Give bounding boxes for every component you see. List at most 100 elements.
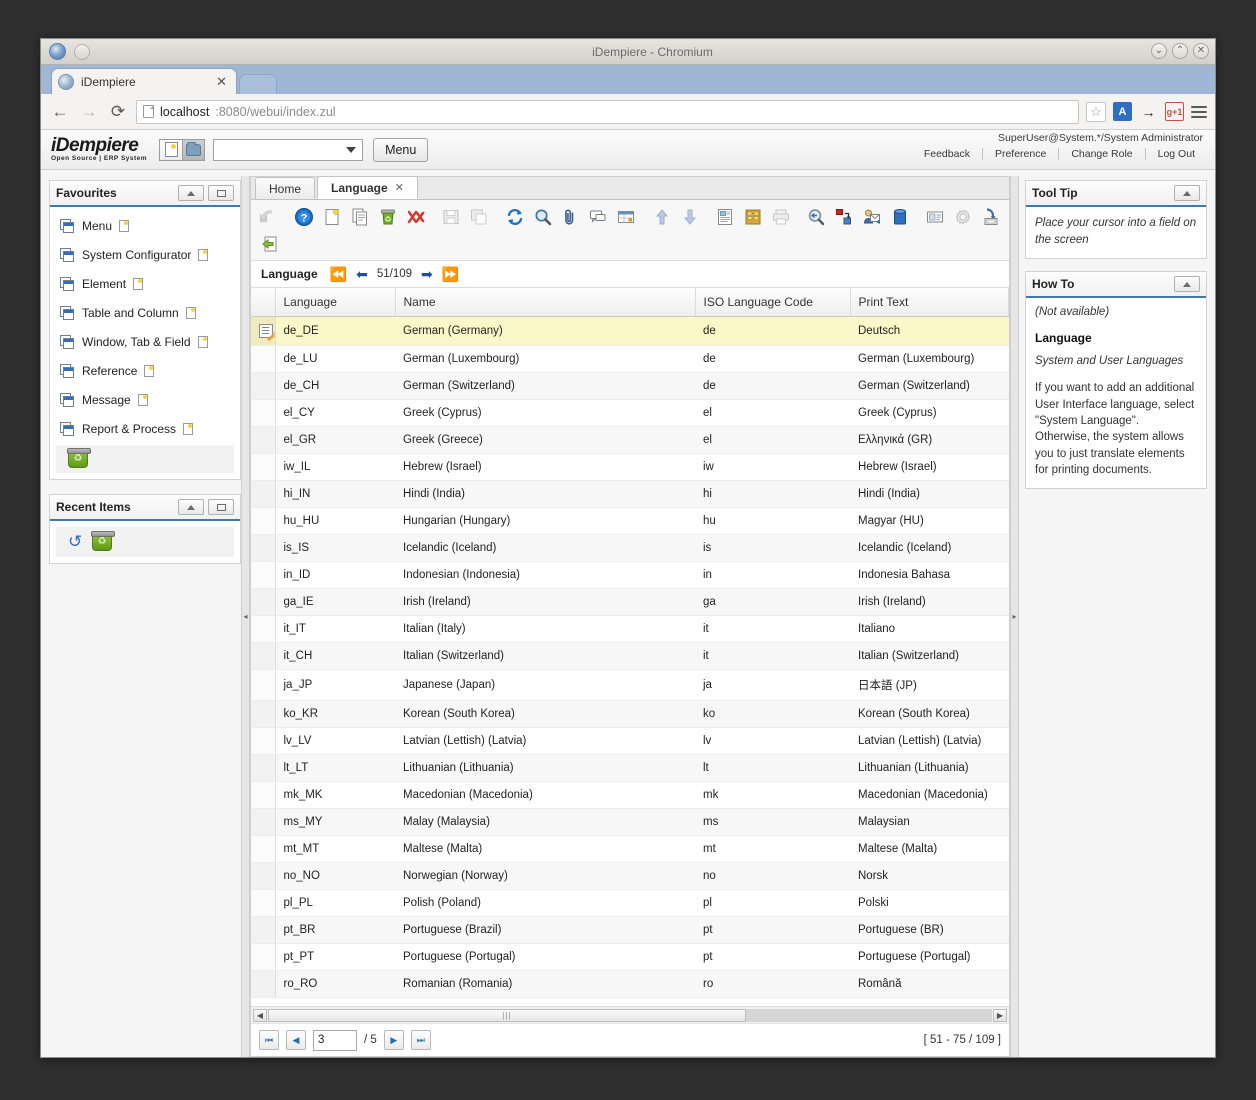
cell-language[interactable]: de_LU: [275, 345, 395, 373]
cell-name[interactable]: Polish (Poland): [395, 889, 695, 917]
grid-toggle-icon[interactable]: [612, 204, 640, 230]
table-row[interactable]: ms_MY Malay (Malaysia) ms Malaysian: [251, 808, 1009, 836]
cell-language[interactable]: it_IT: [275, 615, 395, 643]
zoom-across-icon[interactable]: [802, 204, 830, 230]
change-role-link[interactable]: Change Role: [1058, 148, 1144, 160]
cell-print-text[interactable]: Română: [850, 970, 1009, 998]
cell-iso-code[interactable]: de: [695, 316, 850, 346]
table-row[interactable]: pt_BR Portuguese (Brazil) pt Portuguese (BR…: [251, 916, 1009, 944]
cell-name[interactable]: Portuguese (Portugal): [395, 943, 695, 971]
cell-language[interactable]: hi_IN: [275, 480, 395, 508]
mobile-extension-icon[interactable]: →: [1139, 102, 1158, 121]
cell-print-text[interactable]: Greek (Cyprus): [850, 399, 1009, 427]
cell-iso-code[interactable]: lv: [695, 727, 850, 755]
scrollbar-track[interactable]: |||: [268, 1008, 992, 1022]
cell-name[interactable]: Indonesian (Indonesia): [395, 561, 695, 589]
cell-name[interactable]: Greek (Cyprus): [395, 399, 695, 427]
delete-record-icon[interactable]: ♻: [374, 204, 402, 230]
cell-name[interactable]: Romanian (Romania): [395, 970, 695, 998]
cell-iso-code[interactable]: it: [695, 642, 850, 670]
close-button[interactable]: ✕: [1193, 43, 1209, 59]
translate-extension-icon[interactable]: A: [1113, 102, 1132, 121]
row-indicator-cell[interactable]: [251, 399, 276, 427]
favourites-collapse-button[interactable]: [178, 185, 204, 201]
cell-print-text[interactable]: Portuguese (BR): [850, 916, 1009, 944]
cell-name[interactable]: Korean (South Korea): [395, 700, 695, 728]
global-search-input[interactable]: [213, 138, 364, 161]
cell-name[interactable]: Maltese (Malta): [395, 835, 695, 863]
pager-next-button[interactable]: ▶: [383, 1030, 404, 1050]
cell-print-text[interactable]: Deutsch: [850, 316, 1009, 346]
cell-language[interactable]: el_GR: [275, 426, 395, 454]
cell-iso-code[interactable]: el: [695, 426, 850, 454]
customize-icon[interactable]: [921, 204, 949, 230]
pager-page-input[interactable]: 3: [313, 1029, 357, 1051]
scrollbar-thumb[interactable]: |||: [268, 1008, 746, 1022]
cell-language[interactable]: in_ID: [275, 561, 395, 589]
row-indicator-cell[interactable]: [251, 426, 276, 454]
cell-iso-code[interactable]: ms: [695, 808, 850, 836]
cell-iso-code[interactable]: de: [695, 372, 850, 400]
cell-language[interactable]: ms_MY: [275, 808, 395, 836]
favourites-maximize-button[interactable]: [208, 185, 234, 201]
find-icon[interactable]: [529, 204, 557, 230]
table-row[interactable]: lt_LT Lithuanian (Lithuania) lt Lithuanian …: [251, 754, 1009, 782]
pager-last-button[interactable]: ⏭: [410, 1030, 431, 1050]
cell-print-text[interactable]: Norsk: [850, 862, 1009, 890]
cell-name[interactable]: German (Germany): [395, 316, 695, 346]
open-folder-button[interactable]: [182, 139, 205, 160]
row-indicator-cell[interactable]: [251, 889, 276, 917]
forward-icon[interactable]: →: [78, 102, 100, 122]
cell-iso-code[interactable]: ro: [695, 970, 850, 998]
cell-language[interactable]: ko_KR: [275, 700, 395, 728]
delete-selection-icon[interactable]: [402, 204, 430, 230]
cell-language[interactable]: ga_IE: [275, 588, 395, 616]
cell-print-text[interactable]: Korean (South Korea): [850, 700, 1009, 728]
recent-items-actions[interactable]: ↺: [56, 527, 234, 557]
cell-language[interactable]: pt_BR: [275, 916, 395, 944]
cell-print-text[interactable]: Irish (Ireland): [850, 588, 1009, 616]
horizontal-scrollbar[interactable]: ◀ ||| ▶: [251, 1006, 1009, 1023]
new-window-button[interactable]: [160, 139, 183, 160]
menu-button[interactable]: Menu: [373, 137, 429, 162]
browser-tab[interactable]: iDempiere ✕: [51, 68, 237, 94]
cell-iso-code[interactable]: no: [695, 862, 850, 890]
sidebar-item-message[interactable]: Message: [50, 385, 240, 414]
table-row[interactable]: no_NO Norwegian (Norway) no Norsk: [251, 862, 1009, 890]
cell-language[interactable]: pl_PL: [275, 889, 395, 917]
cell-name[interactable]: Icelandic (Iceland): [395, 534, 695, 562]
table-row[interactable]: lv_LV Latvian (Lettish) (Latvia) lv Latvian…: [251, 727, 1009, 755]
cell-name[interactable]: Hebrew (Israel): [395, 453, 695, 481]
table-row[interactable]: de_CH German (Switzerland) de German (Switz…: [251, 372, 1009, 400]
table-row[interactable]: pl_PL Polish (Poland) pl Polski: [251, 889, 1009, 917]
tab-language[interactable]: Language ✕: [317, 176, 418, 199]
cell-language[interactable]: mt_MT: [275, 835, 395, 863]
cell-name[interactable]: Hindi (India): [395, 480, 695, 508]
product-info-icon[interactable]: [886, 204, 914, 230]
cell-iso-code[interactable]: ja: [695, 669, 850, 701]
save-icon[interactable]: [437, 204, 465, 230]
table-row[interactable]: in_ID Indonesian (Indonesia) in Indonesia B…: [251, 561, 1009, 589]
howto-collapse-button[interactable]: [1174, 276, 1200, 293]
cell-print-text[interactable]: Italiano: [850, 615, 1009, 643]
table-row[interactable]: it_CH Italian (Switzerland) it Italian (Swi…: [251, 642, 1009, 670]
table-row[interactable]: is_IS Icelandic (Iceland) is Icelandic (Ice…: [251, 534, 1009, 562]
cell-print-text[interactable]: Macedonian (Macedonia): [850, 781, 1009, 809]
sidebar-item-table-and-column[interactable]: Table and Column: [50, 298, 240, 327]
cell-language[interactable]: mk_MK: [275, 781, 395, 809]
cell-iso-code[interactable]: ga: [695, 588, 850, 616]
tab-close-icon[interactable]: ✕: [395, 181, 404, 194]
cell-iso-code[interactable]: hi: [695, 480, 850, 508]
cell-name[interactable]: Norwegian (Norway): [395, 862, 695, 890]
cell-name[interactable]: Greek (Greece): [395, 426, 695, 454]
preference-link[interactable]: Preference: [981, 148, 1058, 160]
reload-icon[interactable]: ⟳: [107, 102, 129, 122]
cell-iso-code[interactable]: pl: [695, 889, 850, 917]
row-indicator-cell[interactable]: [251, 372, 276, 400]
cell-print-text[interactable]: Indonesia Bahasa: [850, 561, 1009, 589]
cell-print-text[interactable]: Portuguese (Portugal): [850, 943, 1009, 971]
pager-first-button[interactable]: ⏮: [259, 1030, 279, 1050]
cell-iso-code[interactable]: el: [695, 399, 850, 427]
process-icon[interactable]: [949, 204, 977, 230]
address-bar[interactable]: localhost:8080/webui/index.zul: [136, 99, 1079, 124]
